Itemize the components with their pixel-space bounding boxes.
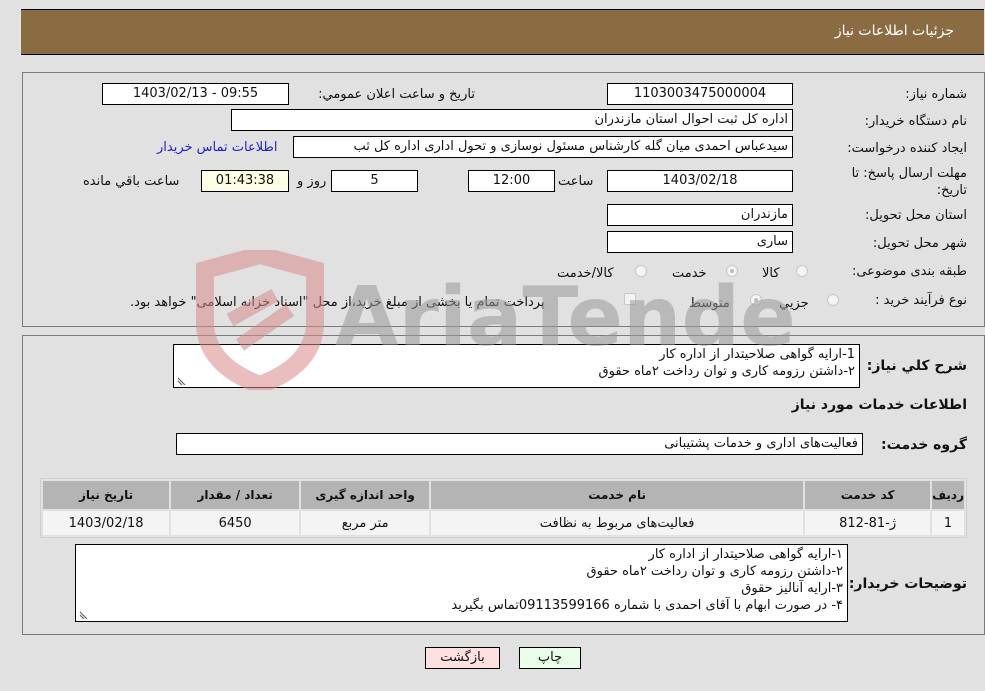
process-radio-minor[interactable] (827, 294, 839, 306)
description-textarea[interactable]: 1-ارایه گواهی صلاحیتدار از اداره کار ۲-د… (173, 344, 860, 388)
deadline-date-field[interactable]: 1403/02/18 (607, 170, 793, 192)
deadline-label: مهلت ارسال پاسخ: تا (851, 166, 967, 181)
table-row: 1 ژ-81-812 فعالیت‌های مربوط به نظافت متر… (43, 511, 964, 535)
buyer-org-field[interactable]: اداره کل ثبت احوال استان مازندران (231, 109, 793, 131)
creator-field[interactable]: سیدعباس احمدی میان گله کارشناس مسئول نوس… (293, 136, 793, 158)
remaining-time-label: ساعت باقي مانده (83, 174, 180, 189)
col-header-service-code: کد خدمت (805, 481, 931, 509)
category-label: طبقه بندی موضوعی: (851, 264, 967, 279)
category-option-goods-service: کالا/خدمت (557, 266, 614, 281)
back-button[interactable]: بازگشت (425, 647, 500, 669)
description-line: ۲-داشتن رزومه کاری و توان رداخت ۲ماه حقو… (598, 364, 855, 379)
resize-grip-icon[interactable] (79, 609, 89, 619)
treasury-checkbox-label: پرداخت تمام یا بخشی از مبلغ خرید،از محل … (130, 295, 545, 310)
process-option-minor: جزيي (779, 296, 809, 311)
cell-unit: متر مربع (301, 511, 430, 535)
cell-quantity: 6450 (171, 511, 300, 535)
cell-need-date: 1403/02/18 (43, 511, 170, 535)
buyer-note-line: ۳-ارایه آنالیز حقوق (741, 581, 843, 596)
city-field[interactable]: ساری (607, 231, 793, 253)
category-radio-goods-service[interactable] (635, 265, 647, 277)
page-title: جزئیات اطلاعات نیاز (834, 23, 954, 39)
province-label: استان محل تحویل: (865, 208, 967, 223)
page-header: جزئیات اطلاعات نیاز (21, 9, 984, 55)
process-label: نوع فرآیند خرید : (875, 293, 967, 308)
description-line: 1-ارایه گواهی صلاحیتدار از اداره کار (659, 347, 855, 362)
category-radio-goods[interactable] (796, 265, 808, 277)
services-table: ردیف کد خدمت نام خدمت واحد اندازه گیری ت… (40, 478, 967, 538)
remaining-days-field[interactable]: 5 (331, 170, 418, 192)
category-option-service: خدمت (672, 266, 707, 281)
services-section-title: اطلاعات خدمات مورد نیاز (791, 397, 967, 413)
description-label: شرح کلي نياز: (866, 358, 967, 374)
buyer-contact-link[interactable]: اطلاعات تماس خریدار (157, 140, 277, 155)
col-header-service-name: نام خدمت (431, 481, 804, 509)
remaining-time-field: 01:43:38 (201, 170, 289, 192)
col-header-need-date: تاریخ نیاز (43, 481, 170, 509)
category-radio-service[interactable] (726, 265, 738, 277)
category-option-goods: کالا (762, 266, 780, 281)
city-label: شهر محل تحویل: (872, 236, 967, 251)
need-number-field[interactable]: 1103003475000004 (607, 83, 793, 105)
treasury-checkbox[interactable] (624, 293, 636, 305)
cell-service-code: ژ-81-812 (805, 511, 931, 535)
cell-row-number: 1 (932, 511, 964, 535)
buyer-note-line: ۱-ارایه گواهی صلاحیتدار از اداره کار (648, 547, 843, 562)
service-group-field[interactable]: فعالیت‌های اداری و خدمات پشتیبانی (176, 433, 863, 455)
buyer-org-label: نام دستگاه خریدار: (864, 114, 967, 129)
need-number-label: شماره نیاز: (905, 87, 967, 102)
days-label: روز و (297, 174, 327, 189)
service-group-label: گروه خدمت: (881, 437, 967, 453)
deadline-time-label: ساعت (558, 174, 594, 189)
creator-label: ایجاد کننده درخواست: (847, 141, 967, 156)
province-field[interactable]: مازندران (607, 204, 793, 226)
print-button[interactable]: چاپ (519, 647, 581, 669)
buyer-note-line: ۴- در صورت ابهام با آقای احمدی با شماره … (451, 598, 843, 613)
announce-date-field[interactable]: 1403/02/13 - 09:55 (102, 83, 289, 105)
col-header-quantity: تعداد / مقدار (171, 481, 300, 509)
buyer-notes-label: توضیحات خریدار: (848, 576, 967, 592)
cell-service-name: فعالیت‌های مربوط به نظافت (431, 511, 804, 535)
resize-grip-icon[interactable] (177, 375, 187, 385)
col-header-row-number: ردیف (932, 481, 964, 509)
col-header-unit: واحد اندازه گیری (301, 481, 430, 509)
announce-date-label: تاريخ و ساعت اعلان عمومي: (318, 87, 475, 102)
process-option-medium: متوسط (689, 296, 730, 311)
table-header-row: ردیف کد خدمت نام خدمت واحد اندازه گیری ت… (43, 481, 964, 509)
buyer-note-line: ۲-داشتن رزومه کاری و توان رداخت ۲ماه حقو… (586, 564, 843, 579)
buyer-notes-textarea[interactable]: ۱-ارایه گواهی صلاحیتدار از اداره کار ۲-د… (75, 544, 848, 622)
process-radio-medium[interactable] (750, 294, 762, 306)
deadline-time-field[interactable]: 12:00 (468, 170, 555, 192)
deadline-label-date: تاریخ: (936, 183, 967, 198)
